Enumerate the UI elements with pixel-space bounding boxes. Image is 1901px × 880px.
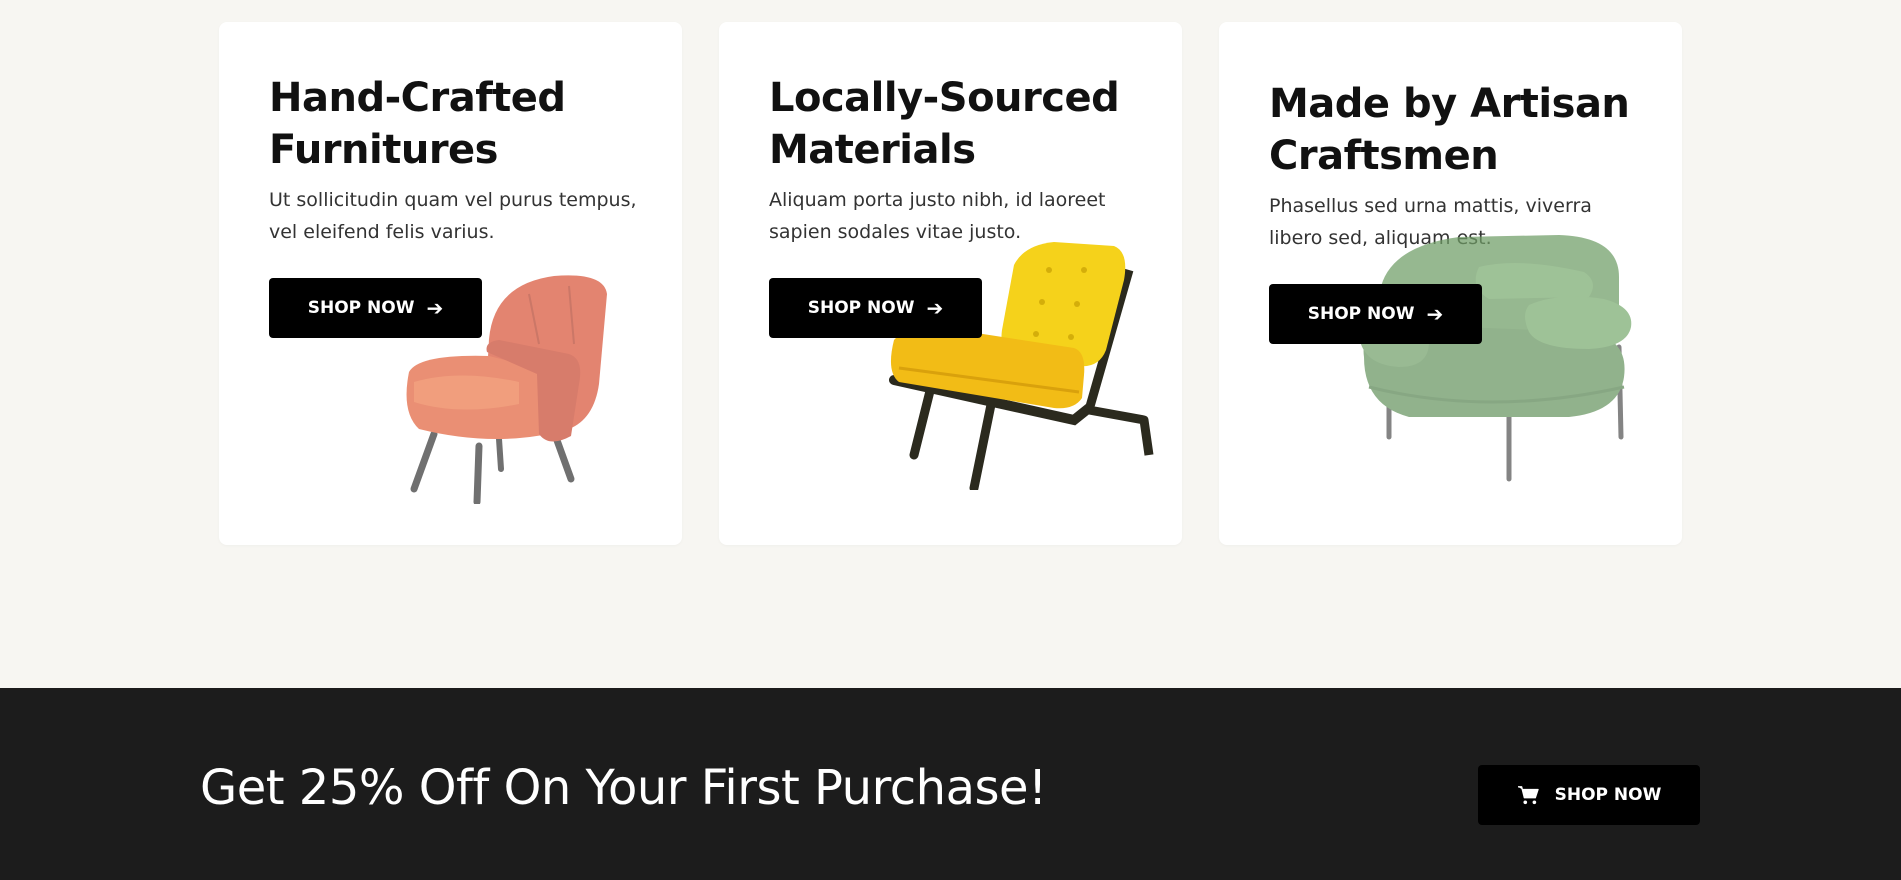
feature-card-artisan: Made by Artisan Craftsmen Phasellus sed … bbox=[1219, 22, 1682, 545]
shop-now-button[interactable]: SHOP NOW ➔ bbox=[269, 278, 482, 338]
banner-shop-now-button[interactable]: SHOP NOW bbox=[1478, 765, 1700, 825]
shop-now-label: SHOP NOW bbox=[807, 298, 915, 318]
card-title: Made by Artisan Craftsmen bbox=[1269, 78, 1649, 182]
card-title-line-2: Furnitures bbox=[269, 127, 498, 173]
feature-card-handcrafted: Hand-Crafted Furnitures Ut sollicitudin … bbox=[219, 22, 682, 545]
card-title-line-1: Hand-Crafted bbox=[269, 75, 566, 121]
banner-shop-now-label: SHOP NOW bbox=[1554, 785, 1662, 805]
feature-cards: Hand-Crafted Furnitures Ut sollicitudin … bbox=[219, 22, 1682, 545]
card-title-line-2: Craftsmen bbox=[1269, 133, 1499, 179]
card-text: Hand-Crafted Furnitures Ut sollicitudin … bbox=[269, 72, 649, 248]
promo-headline: Get 25% Off On Your First Purchase! bbox=[200, 760, 1047, 816]
card-title: Locally-Sourced Materials bbox=[769, 72, 1149, 176]
card-text: Locally-Sourced Materials Aliquam porta … bbox=[769, 72, 1149, 248]
arrow-right-icon: ➔ bbox=[926, 296, 944, 320]
cart-icon bbox=[1517, 786, 1539, 805]
shop-now-label: SHOP NOW bbox=[307, 298, 415, 318]
arrow-right-icon: ➔ bbox=[426, 296, 444, 320]
shop-now-label: SHOP NOW bbox=[1307, 304, 1415, 324]
arrow-right-icon: ➔ bbox=[1426, 302, 1444, 326]
shop-now-button[interactable]: SHOP NOW ➔ bbox=[769, 278, 982, 338]
card-title-line-1: Made by Artisan bbox=[1269, 81, 1630, 127]
promo-banner: Get 25% Off On Your First Purchase! SHOP… bbox=[0, 688, 1901, 880]
shop-now-button[interactable]: SHOP NOW ➔ bbox=[1269, 284, 1482, 344]
feature-card-locally-sourced: Locally-Sourced Materials Aliquam porta … bbox=[719, 22, 1182, 545]
card-title: Hand-Crafted Furnitures bbox=[269, 72, 649, 176]
card-description: Aliquam porta justo nibh, id laoreet sap… bbox=[769, 189, 1106, 243]
card-title-line-1: Locally-Sourced bbox=[769, 75, 1120, 121]
card-description: Ut sollicitudin quam vel purus tempus, v… bbox=[269, 189, 637, 243]
green-armchair-image bbox=[1358, 235, 1632, 482]
card-title-line-2: Materials bbox=[769, 127, 976, 173]
